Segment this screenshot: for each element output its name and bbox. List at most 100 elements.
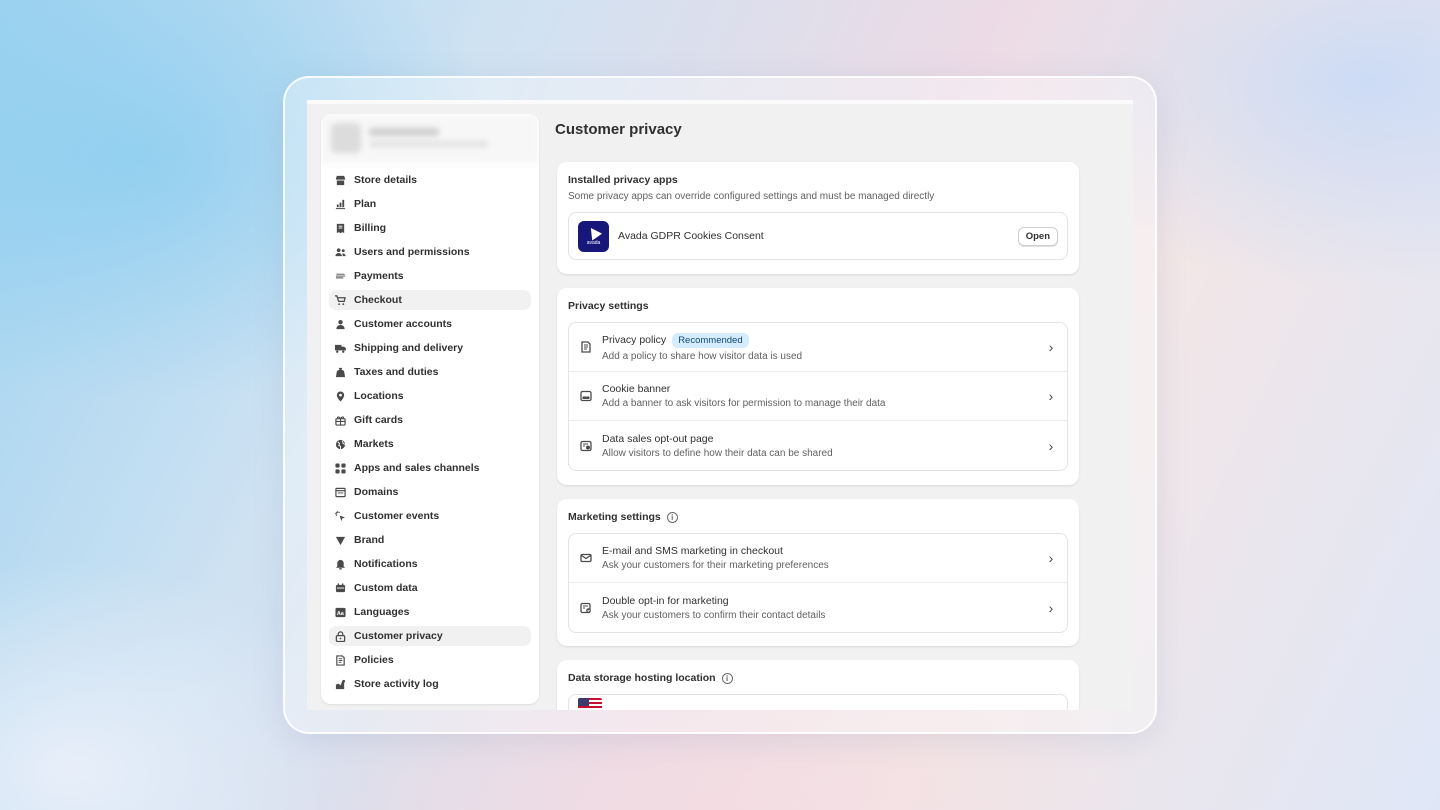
domain-icon — [335, 487, 346, 498]
sidebar-item-store-details[interactable]: Store details — [329, 170, 531, 190]
payments-icon — [335, 271, 346, 282]
sidebar-item-label: Taxes and duties — [354, 366, 439, 378]
setting-title: Cookie banner — [602, 383, 671, 395]
chevron-right-icon: › — [1048, 599, 1054, 616]
sidebar-item-customer-privacy[interactable]: Customer privacy — [329, 626, 531, 646]
sidebar-item-locations[interactable]: Locations — [329, 386, 531, 406]
policy-icon — [580, 341, 592, 353]
setting-description: Ask your customers for their marketing p… — [602, 560, 829, 571]
storage-location-row[interactable] — [569, 695, 1067, 710]
sidebar-item-label: Languages — [354, 606, 410, 618]
settings-sidebar: Store details Plan Billing Users and permis… — [321, 114, 539, 704]
app-row: avada Avada GDPR Cookies Consent Open — [569, 213, 1067, 259]
sidebar-item-taxes-and-duties[interactable]: Taxes and duties — [329, 362, 531, 382]
sidebar-item-markets[interactable]: Markets — [329, 434, 531, 454]
sidebar-item-gift-cards[interactable]: Gift cards — [329, 410, 531, 430]
chevron-right-icon: › — [1048, 339, 1054, 355]
sidebar-item-shipping-and-delivery[interactable]: Shipping and delivery — [329, 338, 531, 358]
marketing-settings-card: Marketing settings i E-mail and SMS mark… — [557, 499, 1079, 646]
sidebar-item-label: Brand — [354, 534, 385, 546]
bell-icon — [335, 559, 346, 570]
data-storage-card: Data storage hosting location i — [557, 660, 1079, 710]
sidebar-item-custom-data[interactable]: Custom data — [329, 578, 531, 598]
privacy-settings-list: Privacy policy Recommended Add a policy to… — [568, 322, 1068, 471]
installed-apps-card: Installed privacy apps Some privacy apps… — [557, 162, 1079, 274]
sidebar-item-label: Billing — [354, 222, 387, 234]
chevron-right-icon: › — [1048, 437, 1054, 454]
chevron-right-icon: › — [1048, 550, 1054, 566]
setting-row-double-opt-in-for-marketing[interactable]: Double opt-in for marketing Ask your cust… — [569, 583, 1067, 632]
marketing-settings-title: Marketing settings — [568, 511, 661, 523]
data-storage-title: Data storage hosting location — [568, 672, 716, 684]
sidebar-item-label: Payments — [354, 270, 404, 282]
sidebar-item-notifications[interactable]: Notifications — [329, 554, 531, 574]
cart-icon — [335, 294, 346, 306]
sidebar-item-label: Users and permissions — [354, 246, 470, 258]
sidebar-item-apps-and-sales-channels[interactable]: Apps and sales channels — [329, 458, 531, 478]
policy-icon — [335, 654, 346, 666]
sidebar-item-payments[interactable]: Payments — [329, 266, 531, 286]
sidebar-item-domains[interactable]: Domains — [329, 482, 531, 502]
apps-icon — [335, 462, 346, 474]
data-storage-list — [568, 694, 1068, 710]
sidebar-item-label: Checkout — [354, 294, 402, 306]
store-header[interactable] — [321, 114, 539, 162]
sidebar-item-label: Store details — [354, 174, 418, 186]
sidebar-item-label: Customer events — [354, 510, 440, 522]
gift-icon — [335, 415, 346, 426]
sidebar-item-users-and-permissions[interactable]: Users and permissions — [329, 242, 531, 262]
sidebar-item-label: Locations — [354, 390, 404, 402]
sidebar-item-languages[interactable]: Aa Languages — [329, 602, 531, 622]
activity-icon — [335, 679, 346, 690]
sidebar-item-label: Customer privacy — [354, 630, 443, 642]
app-name: Avada GDPR Cookies Consent — [618, 230, 764, 242]
setting-title: Data sales opt-out page — [602, 432, 714, 445]
setting-row-cookie-banner[interactable]: Cookie banner Add a banner to ask visitor… — [569, 372, 1067, 421]
sidebar-item-label: Customer accounts — [354, 318, 453, 330]
app-list: avada Avada GDPR Cookies Consent Open — [568, 212, 1068, 260]
globe-icon — [335, 439, 346, 450]
sidebar-item-label: Shipping and delivery — [354, 342, 464, 354]
setting-row-privacy-policy[interactable]: Privacy policy Recommended Add a policy to… — [569, 323, 1067, 372]
sidebar-item-label: Store activity log — [354, 678, 439, 690]
truck-icon — [335, 343, 346, 354]
sidebar-item-label: Gift cards — [354, 414, 404, 426]
database-icon — [335, 582, 346, 594]
setting-description: Add a banner to ask visitors for permiss… — [602, 398, 886, 409]
lock-icon — [335, 630, 346, 642]
open-app-button[interactable]: Open — [1017, 226, 1058, 246]
svg-text:Aa: Aa — [337, 610, 345, 616]
sidebar-item-customer-events[interactable]: Customer events — [329, 506, 531, 526]
setting-row-data-sales-opt-out-page[interactable]: Data sales opt-out page Allow visitors to… — [569, 421, 1067, 470]
store-name-blurred — [369, 128, 439, 136]
sidebar-item-store-activity-log[interactable]: Store activity log — [329, 674, 531, 694]
marketing-settings-list: E-mail and SMS marketing in checkout Ask … — [568, 533, 1068, 633]
person-icon — [335, 319, 346, 330]
sidebar-item-plan[interactable]: Plan — [329, 194, 531, 214]
setting-title: Double opt-in for marketing — [602, 594, 729, 607]
info-icon[interactable]: i — [666, 511, 678, 523]
chart-icon — [335, 199, 346, 210]
sidebar-item-customer-accounts[interactable]: Customer accounts — [329, 314, 531, 334]
double-optin-icon — [580, 602, 592, 614]
sidebar-item-policies[interactable]: Policies — [329, 650, 531, 670]
setting-description: Add a policy to share how visitor data i… — [602, 350, 803, 362]
sidebar-item-checkout[interactable]: Checkout — [329, 290, 531, 310]
sidebar-item-label: Custom data — [354, 582, 418, 594]
setting-title: Privacy policy — [602, 334, 667, 346]
cursor-icon — [335, 510, 346, 522]
sidebar-item-billing[interactable]: Billing — [329, 218, 531, 238]
sidebar-item-label: Markets — [354, 438, 394, 450]
sidebar-item-label: Apps and sales channels — [354, 462, 480, 474]
opt-out-icon — [580, 440, 592, 452]
store-icon — [335, 175, 346, 186]
setting-row-e-mail-and-sms-marketing-in-checkout[interactable]: E-mail and SMS marketing in checkout Ask … — [569, 534, 1067, 583]
info-icon[interactable]: i — [721, 672, 733, 684]
main-content: Customer privacy Installed privacy apps … — [555, 104, 1081, 710]
sidebar-item-label: Domains — [354, 486, 399, 498]
receipt-icon — [335, 223, 346, 234]
email-icon — [580, 552, 592, 564]
setting-title: E-mail and SMS marketing in checkout — [602, 545, 783, 557]
sidebar-item-brand[interactable]: Brand — [329, 530, 531, 550]
sidebar-item-label: Policies — [354, 654, 394, 666]
